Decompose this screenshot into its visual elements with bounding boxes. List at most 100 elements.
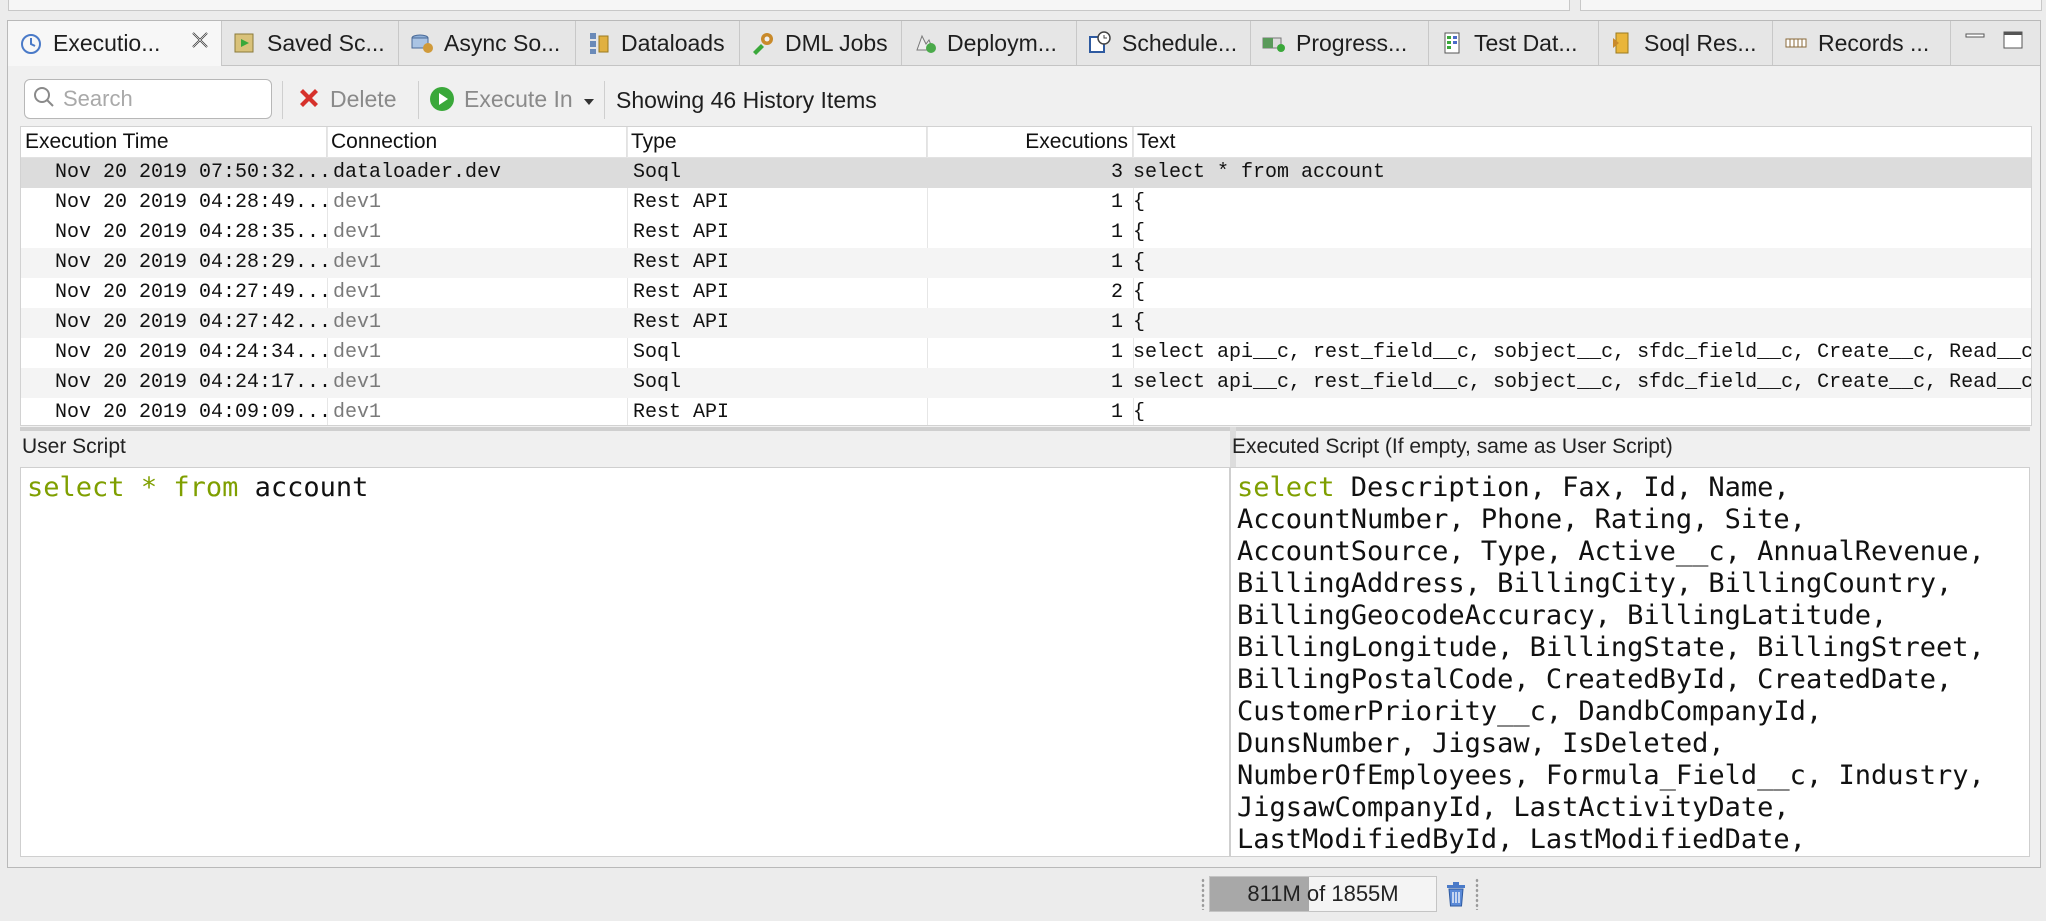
keyword-select: select	[27, 472, 125, 503]
cell-executions: 1	[1110, 341, 1123, 364]
cell-execution-time: Nov 20 2019 07:50:32...	[55, 161, 332, 184]
operator-star: *	[140, 472, 158, 503]
cell-executions: 3	[1110, 161, 1123, 184]
tab-async-soql[interactable]: Async So...	[399, 21, 576, 65]
table-row[interactable]: Nov 20 2019 04:28:49... dev1 Rest API 1 …	[21, 188, 2031, 218]
keyword-from: from	[173, 472, 239, 503]
tab-label: Async So...	[444, 29, 561, 56]
async-soql-icon	[409, 30, 435, 56]
cell-type: Soql	[633, 341, 682, 364]
minimize-icon[interactable]	[1963, 29, 1989, 51]
status-grip	[1475, 878, 1479, 910]
cell-execution-time: Nov 20 2019 04:24:34...	[55, 341, 332, 364]
dropdown-arrow-icon[interactable]	[583, 86, 595, 113]
maximize-icon[interactable]	[2001, 29, 2027, 51]
search-input[interactable]	[61, 85, 265, 113]
cell-type: Rest API	[633, 251, 730, 274]
table-row[interactable]: Nov 20 2019 04:27:49... dev1 Rest API 2 …	[21, 278, 2031, 308]
cell-execution-time: Nov 20 2019 04:24:17...	[55, 371, 332, 394]
search-box[interactable]	[24, 79, 272, 119]
cell-execution-time: Nov 20 2019 04:28:49...	[55, 191, 332, 214]
tab-label: Dataloads	[621, 29, 725, 56]
table-row[interactable]: Nov 20 2019 04:24:34... dev1 Soql 1 sele…	[21, 338, 2031, 368]
tab-soql-results[interactable]: Soql Res...	[1599, 21, 1773, 65]
soql-result-icon	[1609, 30, 1635, 56]
cell-connection: dev1	[333, 191, 382, 214]
table-row[interactable]: Nov 20 2019 04:27:42... dev1 Rest API 1 …	[21, 308, 2031, 338]
cell-type: Rest API	[633, 281, 730, 304]
heap-status-text: 811M of 1855M	[1247, 881, 1399, 906]
cell-connection: dev1	[333, 371, 382, 394]
tab-dml-jobs[interactable]: DML Jobs	[740, 21, 902, 65]
tab-label: Progress...	[1296, 29, 1408, 56]
tab-records[interactable]: Records ...	[1773, 21, 1951, 65]
cell-type: Rest API	[633, 401, 730, 424]
table-row[interactable]: Nov 20 2019 07:50:32... dataloader.dev S…	[21, 158, 2031, 188]
column-header-text[interactable]: Text	[1133, 127, 2031, 157]
cell-connection: dev1	[333, 251, 382, 274]
records-icon	[1783, 30, 1809, 56]
top-panel-edge-left	[8, 0, 1570, 11]
tab-label: Executio...	[53, 30, 161, 56]
history-toolbar: Delete Execute In Showing 46 History Ite…	[8, 67, 2040, 123]
execute-label: Execute In	[464, 85, 573, 112]
column-header-execution-time[interactable]: Execution Time	[21, 127, 327, 157]
delete-button[interactable]: Delete	[296, 79, 396, 119]
execute-in-button[interactable]: Execute In	[428, 79, 595, 119]
status-grip	[1201, 878, 1205, 910]
table-row[interactable]: Nov 20 2019 04:09:09... dev1 Rest API 1 …	[21, 398, 2031, 425]
tab-test-data[interactable]: Test Dat...	[1429, 21, 1599, 65]
executed-script-label: Executed Script (If empty, same as User …	[1232, 435, 1673, 458]
garbage-collect-trash-icon[interactable]	[1441, 878, 1471, 910]
cell-execution-time: Nov 20 2019 04:27:49...	[55, 281, 332, 304]
cell-text: {	[1133, 191, 1146, 214]
table-row[interactable]: Nov 20 2019 04:28:35... dev1 Rest API 1 …	[21, 218, 2031, 248]
tab-execution-history[interactable]: Executio...	[8, 21, 222, 66]
executed-script-editor[interactable]: select Description, Fax, Id, Name, Accou…	[1230, 467, 2030, 857]
tab-scheduled[interactable]: Schedule...	[1077, 21, 1251, 65]
run-icon	[428, 85, 456, 113]
search-icon	[33, 86, 55, 113]
tab-progress[interactable]: Progress...	[1251, 21, 1429, 65]
cell-connection: dev1	[333, 311, 382, 334]
top-strip	[0, 0, 2046, 14]
cell-executions: 1	[1110, 401, 1123, 424]
keyword-select: select	[1237, 472, 1335, 503]
tab-label: Records ...	[1818, 29, 1930, 56]
cell-executions: 1	[1110, 251, 1123, 274]
cell-executions: 1	[1110, 191, 1123, 214]
test-data-icon	[1439, 30, 1465, 56]
cell-connection: dev1	[333, 341, 382, 364]
tab-saved-scripts[interactable]: Saved Sc...	[222, 21, 399, 65]
object-name: account	[254, 472, 369, 503]
cell-execution-time: Nov 20 2019 04:28:35...	[55, 221, 332, 244]
cell-text: select api__c, rest_field__c, sobject__c…	[1133, 341, 2032, 364]
cell-execution-time: Nov 20 2019 04:09:09...	[55, 401, 332, 424]
close-tab-icon[interactable]	[189, 29, 211, 58]
user-script-editor[interactable]: select * from account	[20, 467, 1230, 857]
delete-x-icon	[296, 86, 322, 112]
deployment-icon	[912, 30, 938, 56]
cell-type: Soql	[633, 371, 682, 394]
column-header-connection[interactable]: Connection	[327, 127, 627, 157]
cell-connection: dev1	[333, 281, 382, 304]
schedule-icon	[1087, 30, 1113, 56]
view-tab-bar: Executio... Saved Sc... Async So... Data…	[8, 21, 2040, 66]
dataload-icon	[586, 30, 612, 56]
tab-deployments[interactable]: Deploym...	[902, 21, 1077, 65]
cell-executions: 1	[1110, 371, 1123, 394]
column-header-type[interactable]: Type	[627, 127, 927, 157]
delete-label: Delete	[330, 85, 397, 112]
table-row[interactable]: Nov 20 2019 04:28:29... dev1 Rest API 1 …	[21, 248, 2031, 278]
tab-dataloads[interactable]: Dataloads	[576, 21, 740, 65]
history-count-text: Showing 46 History Items	[616, 87, 877, 113]
table-row[interactable]: Nov 20 2019 04:24:17... dev1 Soql 1 sele…	[21, 368, 2031, 398]
dml-gear-icon	[750, 30, 776, 56]
cell-connection: dev1	[333, 221, 382, 244]
horizontal-splitter[interactable]	[20, 427, 2030, 431]
cell-connection: dev1	[333, 401, 382, 424]
top-panel-edge-right	[1580, 0, 2042, 11]
history-view-panel: Executio... Saved Sc... Async So... Data…	[7, 20, 2041, 868]
column-header-executions[interactable]: Executions	[927, 127, 1133, 157]
toolbar-separator	[418, 81, 419, 119]
